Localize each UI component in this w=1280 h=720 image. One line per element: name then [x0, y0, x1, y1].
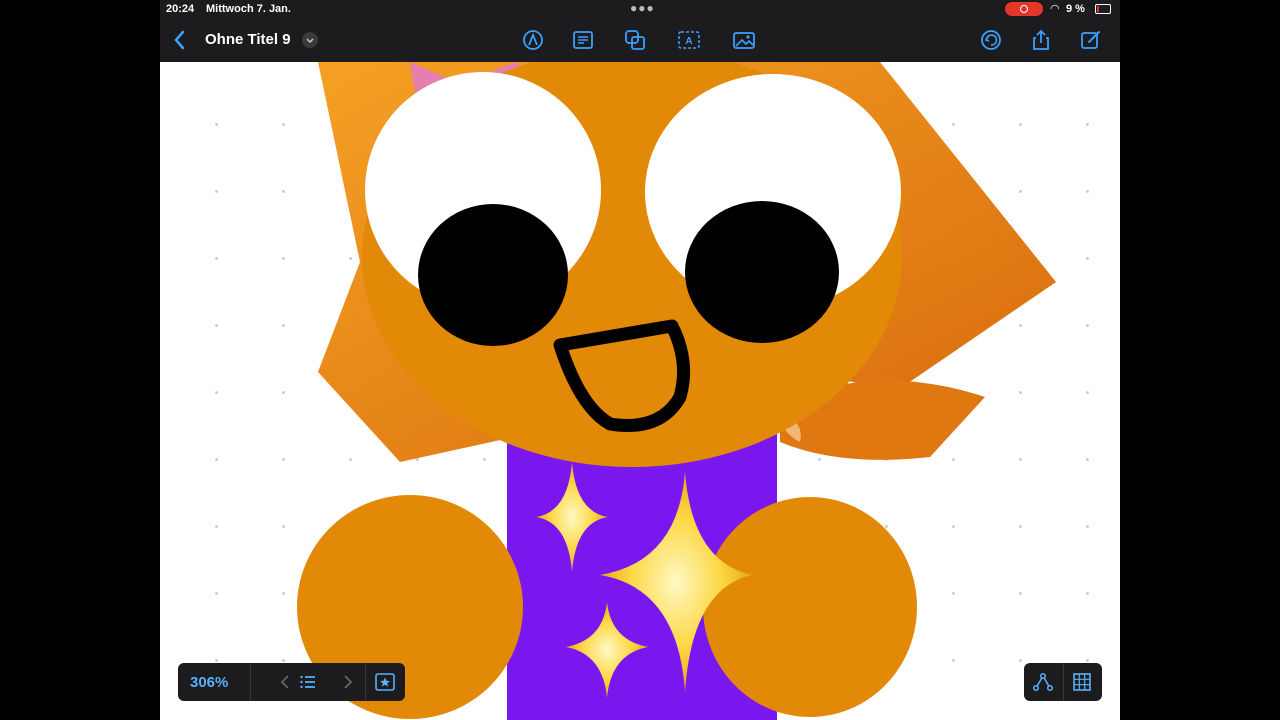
document-title[interactable]: Ohne Titel 9 — [205, 31, 291, 48]
shapes-button[interactable] — [623, 28, 647, 52]
canvas-tools — [1024, 663, 1102, 701]
share-icon — [1033, 29, 1049, 50]
previous-scene-button[interactable] — [274, 670, 298, 694]
status-time: 20:24 — [166, 3, 195, 15]
zoom-toolbar: 306% — [178, 663, 405, 701]
battery-percent: 9 % — [1066, 3, 1085, 15]
pen-tool-button[interactable] — [521, 28, 545, 52]
photo-icon — [733, 32, 755, 49]
drawing — [297, 62, 1056, 720]
zoom-level[interactable]: 306% — [190, 674, 228, 691]
grid-icon — [1073, 673, 1091, 691]
undo-button[interactable] — [979, 28, 1003, 52]
text-block-button[interactable] — [571, 28, 595, 52]
scene-list-button[interactable] — [296, 670, 320, 694]
status-bar: 20:24 Mittwoch 7. Jan. ●●● ◠ 9 % — [160, 0, 1120, 18]
back-button[interactable] — [168, 26, 192, 54]
compose-icon — [1081, 31, 1100, 49]
grid-button[interactable] — [1070, 670, 1094, 694]
wifi-icon: ◠ — [1050, 3, 1060, 15]
text-box-icon: A — [678, 31, 700, 49]
chevron-down-icon — [306, 38, 314, 44]
board-canvas[interactable] — [160, 62, 1120, 720]
chevron-right-icon — [344, 675, 353, 689]
undo-icon — [981, 30, 1001, 50]
list-icon — [300, 675, 315, 689]
pen-icon — [523, 30, 543, 50]
share-button[interactable] — [1029, 28, 1053, 52]
note-icon — [573, 31, 593, 49]
favorite-scene-button[interactable] — [373, 670, 397, 694]
title-menu-button[interactable] — [302, 32, 318, 48]
screen-recording-icon[interactable] — [1005, 2, 1043, 16]
status-date: Mittwoch 7. Jan. — [206, 3, 291, 15]
app-toolbar: Ohne Titel 9 A — [160, 20, 1120, 62]
chevron-left-icon — [280, 675, 289, 689]
media-button[interactable] — [732, 28, 756, 52]
ipad-screen: 20:24 Mittwoch 7. Jan. ●●● ◠ 9 % Ohne Ti… — [160, 0, 1120, 720]
next-scene-button[interactable] — [335, 670, 359, 694]
pupil-left — [418, 204, 568, 346]
divider — [1063, 663, 1064, 701]
pupil-right — [685, 201, 839, 343]
text-box-button[interactable]: A — [677, 28, 701, 52]
svg-text:A: A — [685, 36, 692, 47]
connectors-icon — [1032, 672, 1054, 692]
divider — [365, 663, 366, 701]
battery-icon — [1095, 4, 1111, 14]
shapes-icon — [625, 30, 645, 50]
divider — [250, 663, 251, 701]
new-board-button[interactable] — [1079, 28, 1103, 52]
hand-right — [703, 497, 917, 717]
multitasking-dots-icon[interactable]: ●●● — [630, 1, 655, 15]
connectors-button[interactable] — [1031, 670, 1055, 694]
chevron-left-icon — [174, 30, 185, 50]
star-box-icon — [375, 673, 395, 691]
